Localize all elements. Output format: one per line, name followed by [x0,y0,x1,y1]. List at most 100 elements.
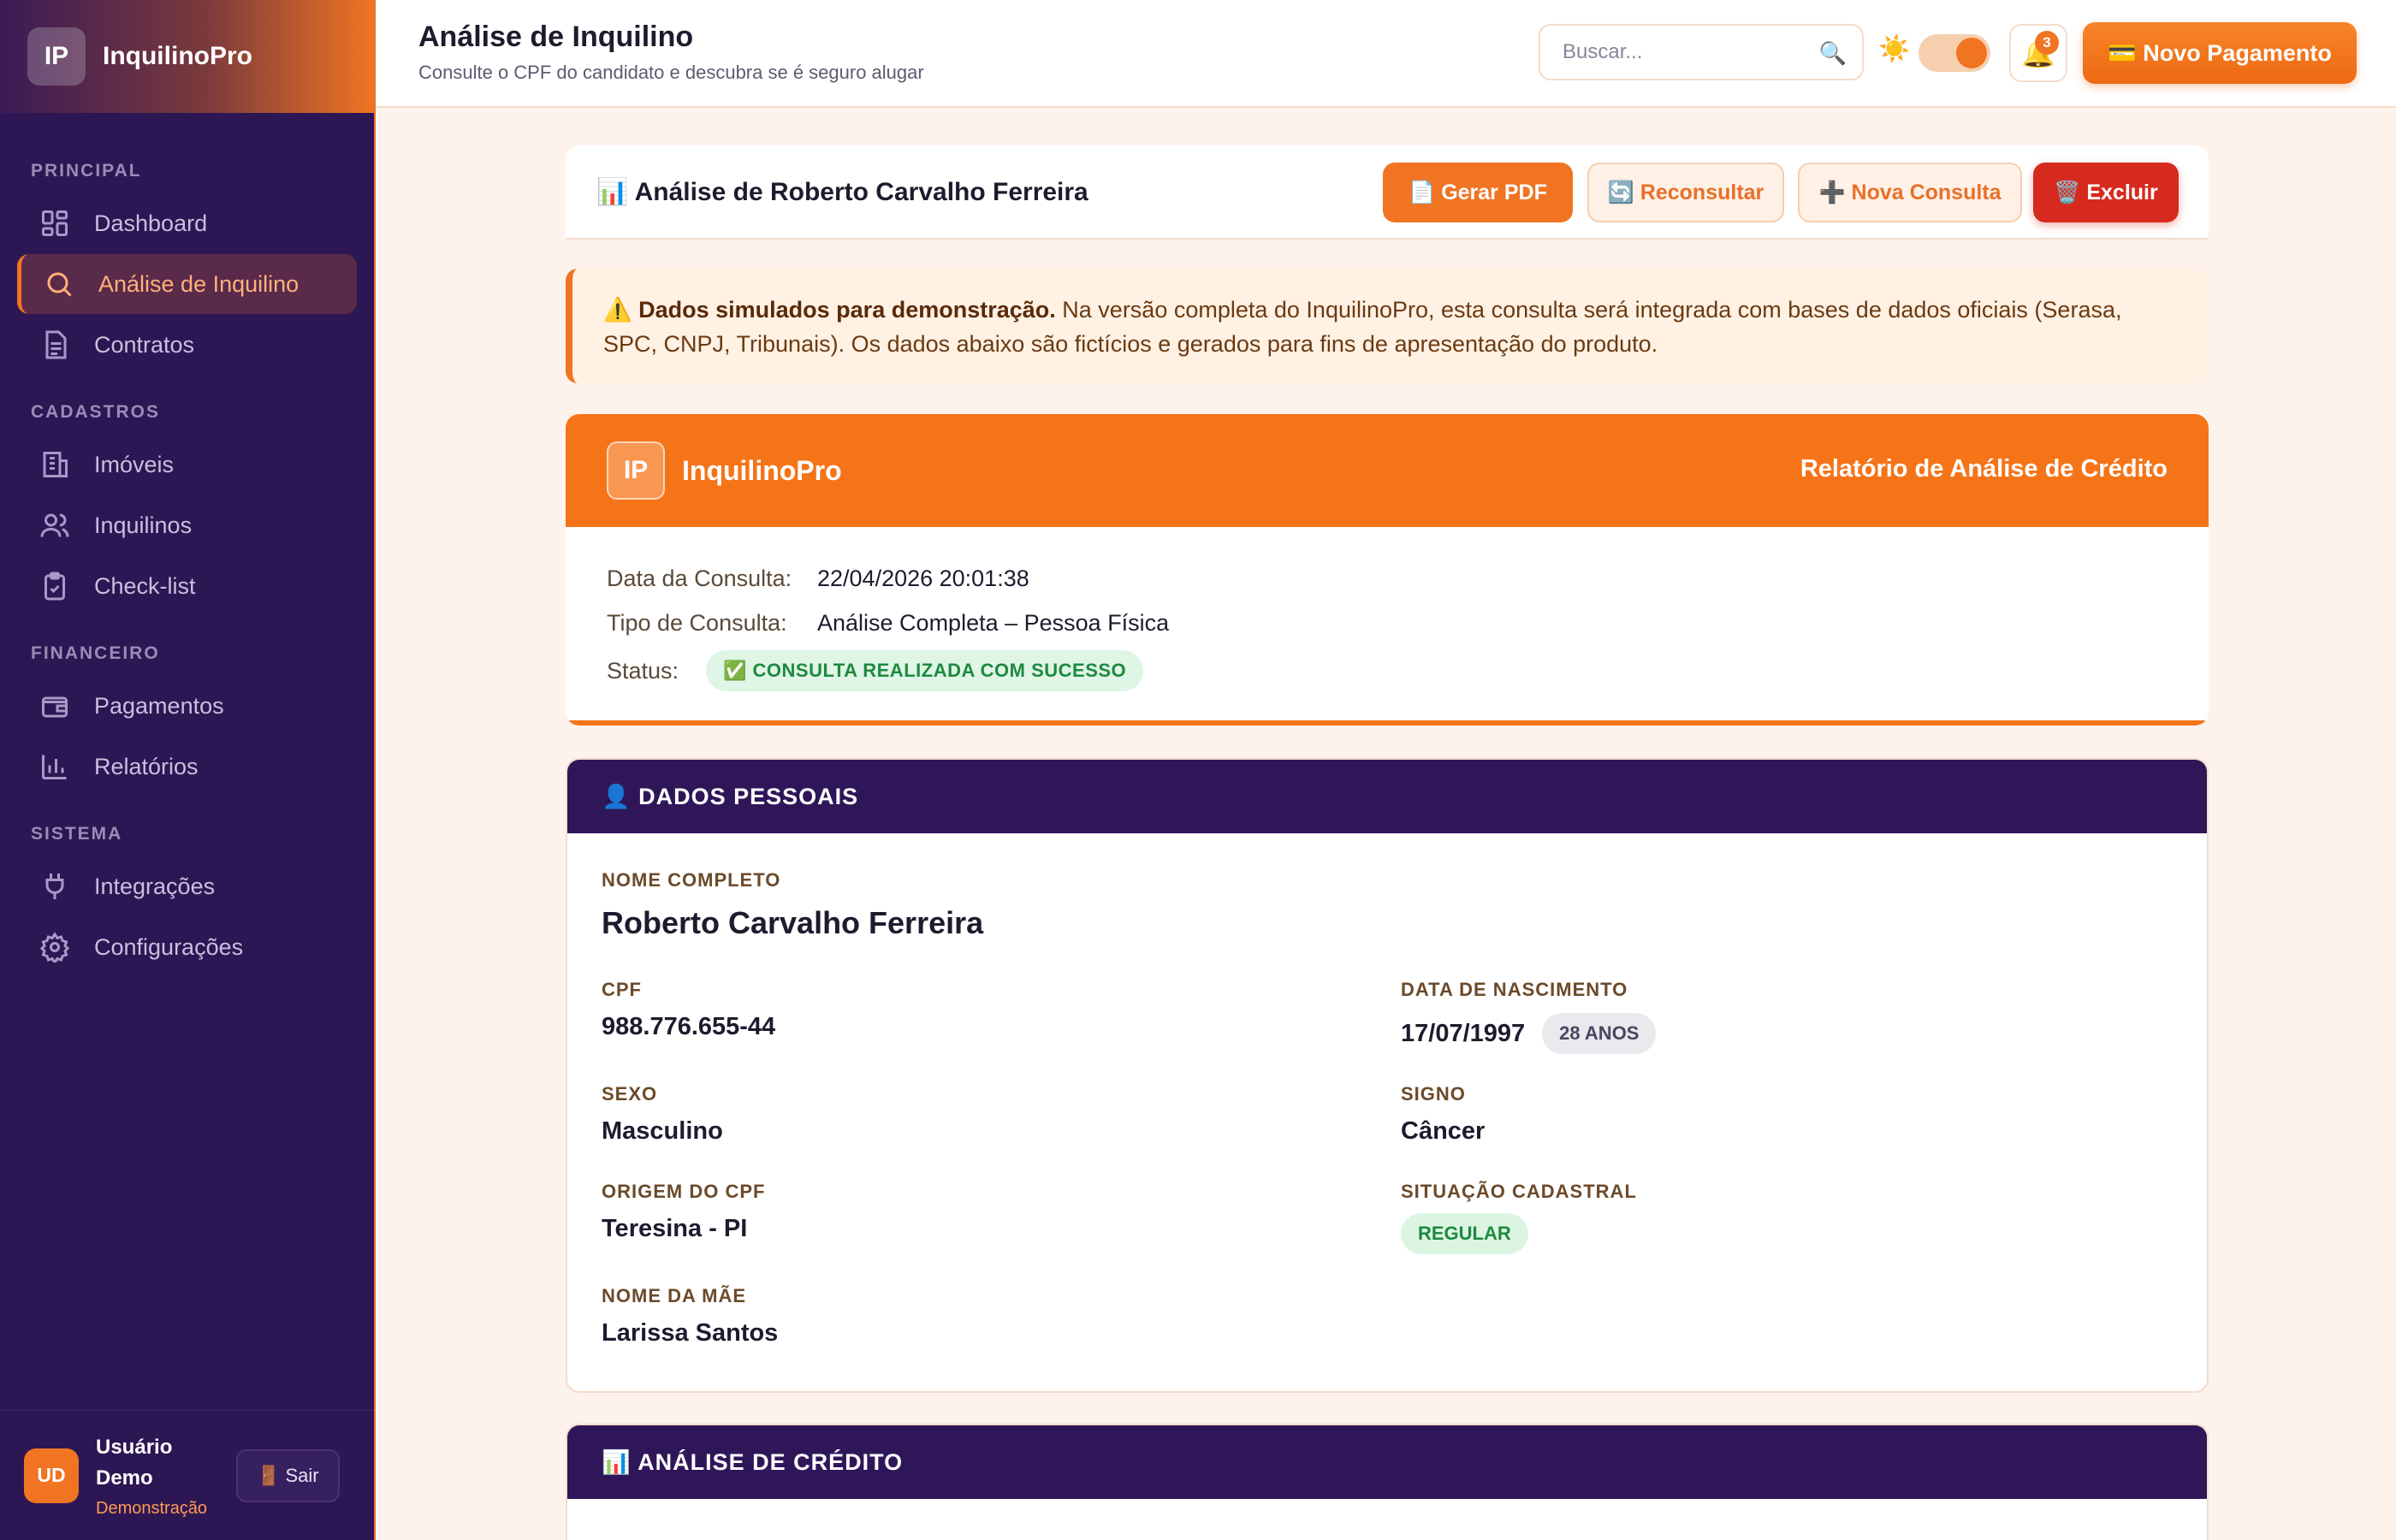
meta-status-label: Status: [607,657,679,684]
brand[interactable]: IP InquilinoPro [0,0,374,113]
clipboard-check-icon [39,571,70,601]
sidebar-item-label: Integrações [94,873,216,899]
search-box[interactable]: 🔍 [1539,24,1864,80]
user-info: Usuário Demo Demonstração [96,1432,224,1519]
search-input[interactable] [1563,40,1811,64]
report-brand: InquilinoPro [682,454,842,486]
credit-analysis-heading: 📊 ANÁLISE DE CRÉDITO [567,1425,2207,1499]
topbar: Análise de Inquilino Consulte o CPF do c… [376,0,2396,108]
sidebar: IP InquilinoPro PRINCIPAL Dashboard Anál… [0,0,376,1540]
full-name-value: Roberto Carvalho Ferreira [602,905,984,940]
sidebar-item-relatorios[interactable]: Relatórios [17,737,357,797]
bar-chart-icon [39,751,70,782]
avatar[interactable]: UD [24,1448,79,1503]
sex-value: Masculino [602,1117,723,1145]
sidebar-item-label: Contratos [94,331,195,358]
dashboard-icon [39,208,70,239]
credit-analysis-section: 📊 ANÁLISE DE CRÉDITO [566,1424,2209,1540]
sidebar-item-imoveis[interactable]: Imóveis [17,435,357,495]
delete-button[interactable]: 🗑️ Excluir [2033,163,2179,222]
document-icon [39,329,70,360]
theme-toggle[interactable] [1919,34,1990,72]
age-badge: 28 ANOS [1542,1013,1657,1054]
page-title: Análise de Inquilino [418,21,694,53]
user-panel: UD Usuário Demo Demonstração 🚪 Sair [0,1410,374,1540]
wallet-icon [39,690,70,721]
brand-logo: IP [27,27,86,86]
new-consult-button[interactable]: ➕ Nova Consulta [1798,163,2022,222]
reconsult-button[interactable]: 🔄 Reconsultar [1587,163,1784,222]
cpf-label: CPF [602,979,642,1000]
field-mother-name: NOME DA MÃE Larissa Santos [602,1285,778,1348]
status-badge: ✅ CONSULTA REALIZADA COM SUCESSO [706,650,1144,691]
field-birth-date: DATA DE NASCIMENTO 17/07/1997 28 ANOS [1401,979,1657,1054]
sidebar-item-dashboard[interactable]: Dashboard [17,193,357,253]
meta-type-label: Tipo de Consulta: [607,609,787,636]
registration-status-label: SITUAÇÃO CADASTRAL [1401,1181,1637,1202]
analysis-title: 📊 Análise de Roberto Carvalho Ferreira [596,177,1088,206]
personal-data-section: 👤 DADOS PESSOAIS NOME COMPLETO Roberto C… [566,758,2209,1393]
report-logo: IP [607,441,665,500]
sidebar-item-label: Dashboard [94,210,208,236]
sun-icon: ☀️ [1878,35,1911,63]
nav-section-financeiro: FINANCEIRO [31,643,160,663]
sidebar-item-inquilinos[interactable]: Inquilinos [17,495,357,555]
report-band: IP InquilinoPro Relatório de Análise de … [566,414,2209,527]
meta-type-value: Análise Completa – Pessoa Física [817,609,1170,636]
plug-icon [39,871,70,902]
demo-warning: ⚠️ Dados simulados para demonstração. Na… [566,269,2209,383]
sign-label: SIGNO [1401,1083,1466,1105]
registration-status-badge: REGULAR [1401,1213,1528,1254]
mother-name-value: Larissa Santos [602,1319,779,1347]
sidebar-item-configuracoes[interactable]: Configurações [17,917,357,977]
user-role: Demonstração [96,1499,208,1518]
notifications-button[interactable]: 🔔 3 [2009,24,2067,82]
new-payment-button[interactable]: 💳 Novo Pagamento [2083,22,2357,84]
field-cpf: CPF 988.776.655-44 [602,979,775,1041]
birth-date-value: 17/07/1997 [1401,1019,1526,1047]
logout-button[interactable]: 🚪 Sair [236,1448,340,1502]
page-subtitle: Consulte o CPF do candidato e descubra s… [418,62,924,83]
gear-icon [39,932,70,965]
field-full-name: NOME COMPLETO Roberto Carvalho Ferreira [602,869,983,941]
meta-date: Data da Consulta: 22/04/2026 20:01:38 [607,556,2168,601]
meta-date-value: 22/04/2026 20:01:38 [817,565,1029,591]
warning-bold: ⚠️ Dados simulados para demonstração. [603,297,1056,323]
sidebar-item-contratos[interactable]: Contratos [17,315,357,375]
report-meta: Data da Consulta: 22/04/2026 20:01:38 Ti… [566,527,2209,726]
personal-data-heading: 👤 DADOS PESSOAIS [567,760,2207,833]
personal-data-body: NOME COMPLETO Roberto Carvalho Ferreira … [567,833,2207,1391]
cpf-value: 988.776.655-44 [602,1013,776,1040]
generate-pdf-button[interactable]: 📄 Gerar PDF [1383,163,1573,222]
sidebar-item-checklist[interactable]: Check-list [17,556,357,616]
report-card: IP InquilinoPro Relatório de Análise de … [566,414,2209,726]
meta-status: Status: ✅ CONSULTA REALIZADA COM SUCESSO [607,645,2168,696]
search-icon [44,269,74,299]
field-sign: SIGNO Câncer [1401,1083,1485,1146]
sidebar-item-pagamentos[interactable]: Pagamentos [17,676,357,736]
sidebar-item-label: Inquilinos [94,512,193,538]
notification-count-badge: 3 [2035,31,2059,55]
users-icon [39,510,70,541]
full-name-label: NOME COMPLETO [602,869,781,891]
sidebar-item-analise[interactable]: Análise de Inquilino [17,254,357,314]
analysis-header: 📊 Análise de Roberto Carvalho Ferreira 📄… [566,145,2209,240]
nav-section-principal: PRINCIPAL [31,161,142,181]
sex-label: SEXO [602,1083,658,1105]
cpf-origin-value: Teresina - PI [602,1215,748,1242]
field-cpf-origin: ORIGEM DO CPF Teresina - PI [602,1181,765,1243]
sidebar-item-integracoes[interactable]: Integrações [17,856,357,916]
mother-name-label: NOME DA MÃE [602,1285,747,1306]
sidebar-nav: PRINCIPAL Dashboard Análise de Inquilino… [0,113,374,977]
cpf-origin-label: ORIGEM DO CPF [602,1181,766,1202]
birth-date-row: 17/07/1997 28 ANOS [1401,1013,1657,1054]
nav-section-cadastros: CADASTROS [31,402,161,422]
search-icon[interactable]: 🔍 [1819,40,1847,67]
report-subtitle: Relatório de Análise de Crédito [1800,455,2168,483]
sidebar-item-label: Pagamentos [94,692,224,719]
field-sex: SEXO Masculino [602,1083,723,1146]
user-name: Usuário Demo [96,1436,173,1490]
sidebar-item-label: Imóveis [94,451,175,477]
nav-section-sistema: SISTEMA [31,824,123,844]
registration-status-wrap: REGULAR [1401,1213,1637,1254]
